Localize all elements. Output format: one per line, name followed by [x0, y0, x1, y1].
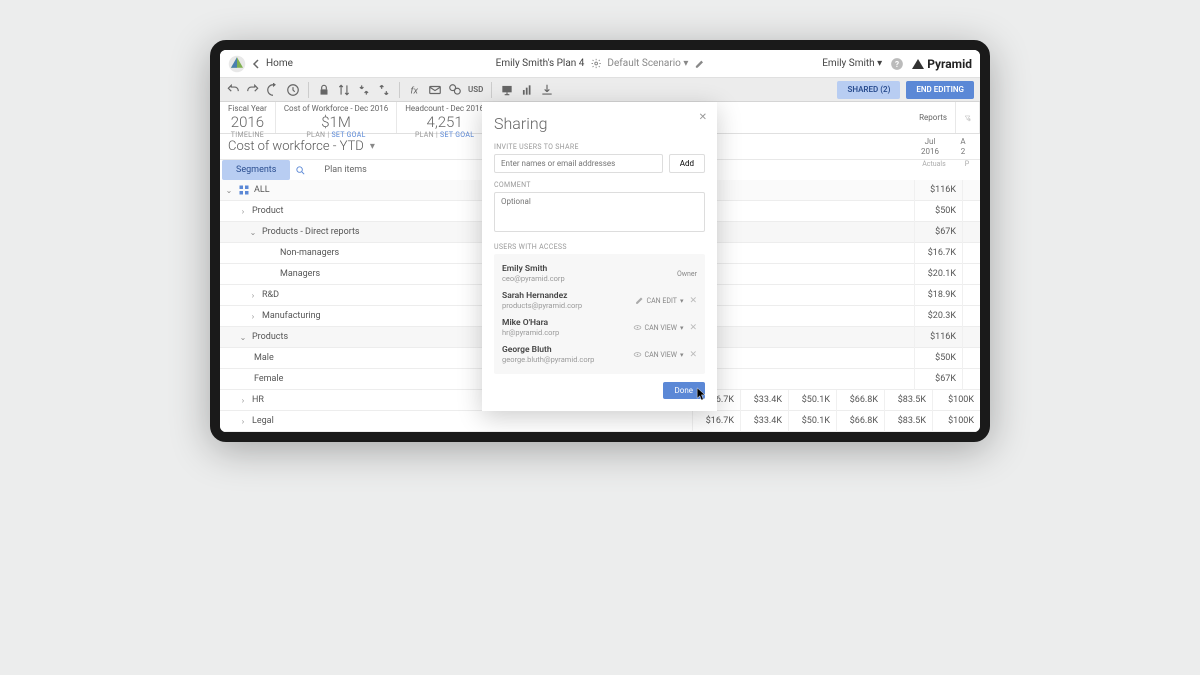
- download-icon[interactable]: [540, 83, 554, 97]
- expand-icon[interactable]: [377, 83, 391, 97]
- svg-text:fx: fx: [410, 85, 418, 96]
- remove-user-icon[interactable]: ✕: [689, 350, 697, 360]
- col-actuals: Actuals: [910, 160, 958, 180]
- device-frame: Home Emily Smith's Plan 4 Default Scenar…: [210, 40, 990, 442]
- hc-set-goal[interactable]: SET GOAL: [440, 131, 474, 139]
- sort-icon[interactable]: [337, 83, 351, 97]
- brand-logo: Pyramid: [912, 57, 972, 71]
- collapse-icon[interactable]: [357, 83, 371, 97]
- fiscal-year-label: Fiscal Year: [228, 104, 267, 113]
- user-row: George Bluthgeorge.bluth@pyramid.corp CA…: [494, 341, 705, 368]
- comment-label: COMMENT: [494, 181, 705, 189]
- history-icon[interactable]: [286, 83, 300, 97]
- hc-label: Headcount - Dec 2016: [405, 104, 484, 113]
- eye-icon: [633, 350, 642, 359]
- back-icon[interactable]: [252, 59, 260, 69]
- settings-icon[interactable]: [590, 58, 601, 69]
- chevron-right-icon[interactable]: ›: [238, 417, 248, 426]
- plan-name: Emily Smith's Plan 4: [496, 58, 585, 69]
- invite-label: INVITE USERS TO SHARE: [494, 143, 705, 151]
- users-label: USERS WITH ACCESS: [494, 243, 705, 251]
- owner-badge: Owner: [677, 270, 697, 278]
- invite-input[interactable]: [494, 154, 663, 173]
- modal-title: Sharing: [494, 114, 705, 133]
- currency-icon[interactable]: [448, 83, 462, 97]
- col-p: P: [958, 160, 976, 180]
- scenario-dropdown[interactable]: Default Scenario ▾: [607, 58, 688, 69]
- app-logo-icon: [228, 55, 246, 73]
- comment-input[interactable]: [494, 192, 705, 232]
- user-row: Sarah Hernandezproducts@pyramid.corp CAN…: [494, 287, 705, 314]
- toolbar: fx USD SHARED (2) END EDITING: [220, 78, 980, 102]
- tab-segments[interactable]: Segments: [222, 160, 290, 180]
- chevron-right-icon[interactable]: ›: [238, 396, 248, 405]
- lock-icon[interactable]: [317, 83, 331, 97]
- chevron-down-icon[interactable]: ⌄: [248, 228, 258, 237]
- chevron-down-icon[interactable]: ⌄: [238, 333, 248, 342]
- chevron-right-icon[interactable]: ›: [248, 312, 258, 321]
- help-icon[interactable]: ?: [890, 57, 904, 71]
- user-row: Emily Smithceo@pyramid.corp Owner: [494, 260, 705, 287]
- user-row: Mike O'Harahr@pyramid.corp CAN VIEW ▾ ✕: [494, 314, 705, 341]
- add-button[interactable]: Add: [669, 154, 705, 173]
- pencil-icon: [635, 296, 644, 305]
- currency-label[interactable]: USD: [468, 85, 483, 94]
- cow-label: Cost of Workforce - Dec 2016: [284, 104, 388, 113]
- cow-set-goal[interactable]: SET GOAL: [331, 131, 365, 139]
- remove-user-icon[interactable]: ✕: [689, 323, 697, 333]
- refresh-icon[interactable]: [266, 83, 280, 97]
- chevron-down-icon[interactable]: ⌄: [224, 186, 234, 195]
- chevron-right-icon[interactable]: ›: [248, 291, 258, 300]
- filter-icon[interactable]: 1: [956, 102, 980, 133]
- undo-icon[interactable]: [226, 83, 240, 97]
- redo-icon[interactable]: [246, 83, 260, 97]
- eye-icon: [633, 323, 642, 332]
- screen: Home Emily Smith's Plan 4 Default Scenar…: [220, 50, 980, 432]
- home-link[interactable]: Home: [266, 58, 293, 69]
- user-list: Emily Smithceo@pyramid.corp Owner Sarah …: [494, 254, 705, 374]
- grid-icon: [238, 184, 250, 196]
- end-editing-button[interactable]: END EDITING: [906, 81, 974, 99]
- permission-dropdown[interactable]: CAN VIEW ▾: [633, 323, 684, 332]
- search-icon[interactable]: [290, 160, 310, 180]
- present-icon[interactable]: [500, 83, 514, 97]
- sheet-title: Cost of workforce - YTD: [228, 139, 364, 154]
- row-legal[interactable]: ›Legal $16.7K $33.4K $50.1K $66.8K $83.5…: [220, 411, 980, 432]
- tab-plan-items[interactable]: Plan items: [310, 160, 380, 180]
- remove-user-icon[interactable]: ✕: [689, 296, 697, 306]
- formula-icon[interactable]: fx: [408, 83, 422, 97]
- mail-icon[interactable]: [428, 83, 442, 97]
- chart-icon[interactable]: [520, 83, 534, 97]
- svg-text:?: ?: [895, 58, 899, 68]
- sharing-modal: Sharing ✕ INVITE USERS TO SHARE Add COMM…: [482, 102, 717, 411]
- timeline-link[interactable]: TIMELINE: [228, 131, 267, 139]
- cow-value: $1M: [284, 113, 388, 131]
- hc-value: 4,251: [405, 113, 484, 131]
- reports-link[interactable]: Reports: [911, 102, 956, 133]
- chevron-right-icon[interactable]: ›: [238, 207, 248, 216]
- topbar: Home Emily Smith's Plan 4 Default Scenar…: [220, 50, 980, 78]
- close-icon[interactable]: ✕: [699, 112, 707, 123]
- svg-text:1: 1: [969, 118, 970, 121]
- shared-button[interactable]: SHARED (2): [837, 81, 900, 99]
- cursor-icon: [696, 387, 707, 401]
- sheet-dropdown-icon[interactable]: ▾: [370, 141, 375, 152]
- user-menu[interactable]: Emily Smith ▾: [822, 58, 882, 69]
- edit-scenario-icon[interactable]: [694, 59, 704, 69]
- permission-dropdown[interactable]: CAN EDIT ▾: [635, 296, 684, 305]
- permission-dropdown[interactable]: CAN VIEW ▾: [633, 350, 684, 359]
- fiscal-year-value[interactable]: 2016: [228, 113, 267, 131]
